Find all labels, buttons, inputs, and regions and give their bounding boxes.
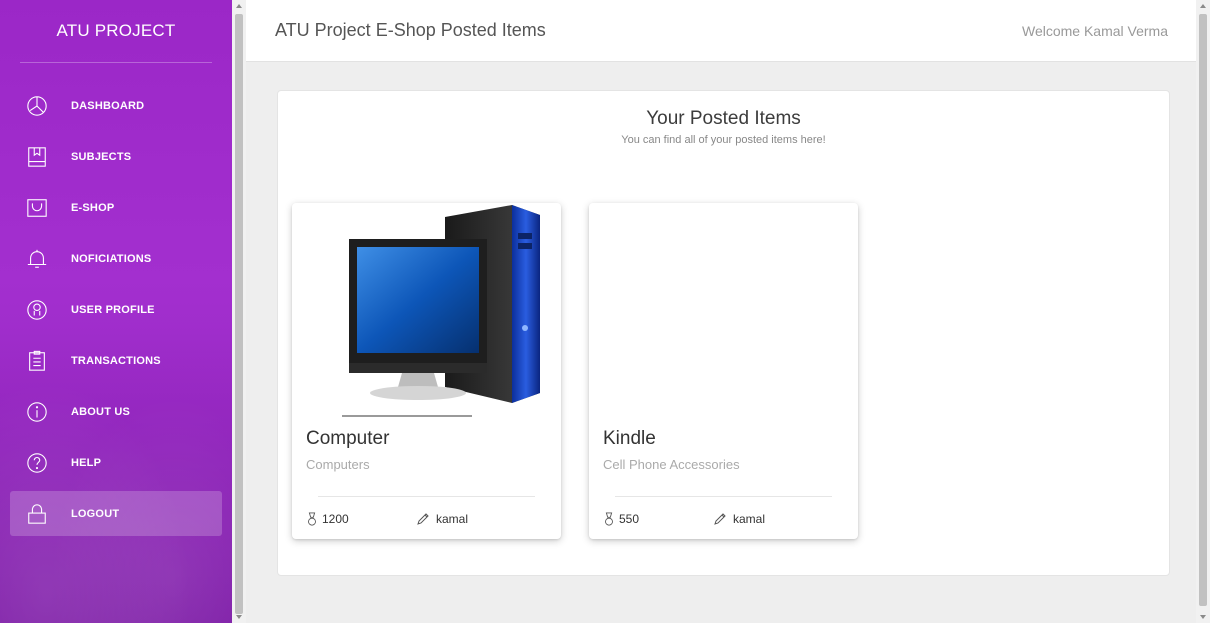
sidebar-item-label: SUBJECTS [71, 150, 132, 163]
medal-icon [603, 512, 615, 526]
info-icon [26, 401, 48, 423]
sidebar-item-label: ABOUT US [71, 405, 131, 418]
card-divider [318, 496, 535, 497]
item-price: 550 [603, 512, 713, 526]
item-image [292, 203, 561, 421]
page-scrollbar-thumb[interactable] [1199, 14, 1207, 606]
sidebar-item-label: USER PROFILE [71, 303, 155, 316]
card-footer: 1200 kamal [306, 512, 468, 526]
medal-icon [306, 512, 318, 526]
scroll-up-arrow-icon[interactable] [236, 4, 242, 8]
sidebar-item-user-profile[interactable]: USER PROFILE [10, 287, 222, 332]
book-icon [26, 146, 48, 168]
item-price: 1200 [306, 512, 416, 526]
posted-items-panel: Your Posted Items You can find all of yo… [277, 90, 1170, 576]
app-root: ATU PROJECT DASHBOARD SUBJECTS E-SHOP NO… [0, 0, 1210, 623]
item-author: kamal [713, 512, 765, 526]
sidebar-item-help[interactable]: HELP [10, 440, 222, 485]
shopping-bag-icon [26, 197, 48, 219]
pencil-icon [713, 512, 727, 526]
item-category: Computers [306, 457, 370, 472]
sidebar-item-label: E-SHOP [71, 201, 115, 214]
sidebar-item-label: LOGOUT [71, 507, 120, 520]
sidebar-divider [20, 62, 212, 63]
bell-icon [26, 248, 48, 270]
sidebar-item-label: NOFICIATIONS [71, 252, 152, 265]
sidebar-item-label: DASHBOARD [71, 99, 145, 112]
item-author-name: kamal [436, 512, 469, 526]
sidebar-nav: DASHBOARD SUBJECTS E-SHOP NOFICIATIONS U… [0, 83, 232, 536]
sidebar-item-label: TRANSACTIONS [71, 354, 161, 367]
sidebar-item-dashboard[interactable]: DASHBOARD [10, 83, 222, 128]
scroll-down-arrow-icon[interactable] [1200, 615, 1206, 619]
sidebar: ATU PROJECT DASHBOARD SUBJECTS E-SHOP NO… [0, 0, 232, 623]
item-name: Kindle [603, 428, 656, 449]
sidebar-scrollbar-thumb[interactable] [235, 14, 243, 614]
sidebar-item-about-us[interactable]: ABOUT US [10, 389, 222, 434]
item-card[interactable]: Computer Computers 1200 kamal [292, 203, 561, 539]
item-author-name: kamal [733, 512, 766, 526]
pencil-icon [416, 512, 430, 526]
help-icon [26, 452, 48, 474]
computer-icon [341, 205, 540, 417]
user-icon [26, 299, 48, 321]
main-content: ATU Project E-Shop Posted Items Welcome … [246, 0, 1196, 623]
sidebar-scrollbar[interactable] [232, 0, 246, 623]
page-scrollbar[interactable] [1196, 0, 1210, 623]
brand-label: ATU PROJECT [56, 21, 176, 40]
clipboard-icon [26, 350, 48, 372]
top-navbar: ATU Project E-Shop Posted Items Welcome … [246, 0, 1196, 62]
panel-subtitle: You can find all of your posted items he… [621, 134, 826, 146]
card-footer: 550 kamal [603, 512, 765, 526]
sidebar-brand[interactable]: ATU PROJECT [0, 0, 232, 62]
item-price-value: 1200 [322, 512, 349, 526]
item-author: kamal [416, 512, 468, 526]
item-category: Cell Phone Accessories [603, 457, 740, 472]
page-title: ATU Project E-Shop Posted Items [275, 20, 546, 40]
item-name: Computer [306, 428, 390, 449]
sidebar-item-label: HELP [71, 456, 102, 469]
item-card[interactable]: Kindle Cell Phone Accessories 550 kamal [589, 203, 858, 539]
sidebar-item-notifications[interactable]: NOFICIATIONS [10, 236, 222, 281]
item-image-placeholder [589, 203, 858, 421]
scroll-down-arrow-icon[interactable] [236, 615, 242, 619]
panel-title: Your Posted Items [646, 108, 801, 129]
sidebar-item-subjects[interactable]: SUBJECTS [10, 134, 222, 179]
sidebar-item-transactions[interactable]: TRANSACTIONS [10, 338, 222, 383]
sidebar-item-logout[interactable]: LOGOUT [10, 491, 222, 536]
sidebar-item-eshop[interactable]: E-SHOP [10, 185, 222, 230]
dashboard-icon [26, 95, 48, 117]
scroll-up-arrow-icon[interactable] [1200, 4, 1206, 8]
lock-icon [26, 503, 48, 525]
item-card-list: Computer Computers 1200 kamal Kindle Cel… [292, 203, 858, 539]
card-divider [615, 496, 832, 497]
welcome-user-link[interactable]: Welcome Kamal Verma [1022, 23, 1168, 39]
item-price-value: 550 [619, 512, 640, 526]
